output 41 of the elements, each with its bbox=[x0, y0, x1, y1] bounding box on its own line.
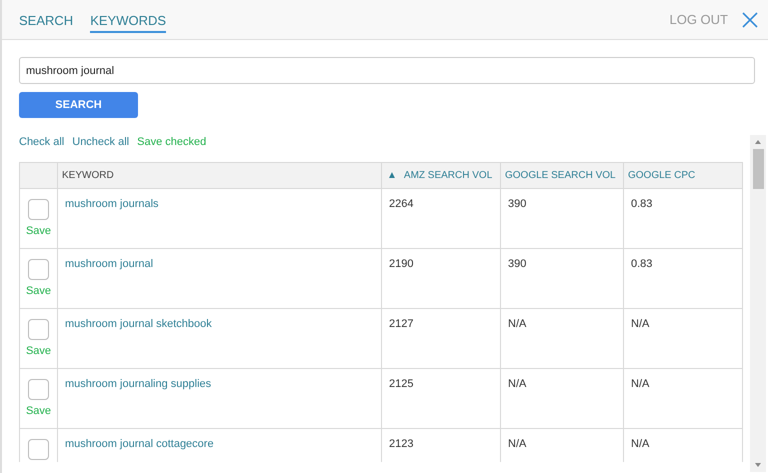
close-icon[interactable] bbox=[742, 12, 758, 28]
keyword-link[interactable]: mushroom journal bbox=[65, 258, 154, 270]
table-cell: 0.83 bbox=[624, 188, 742, 248]
scrollbar-thumb[interactable] bbox=[752, 149, 764, 189]
save-link[interactable]: Save bbox=[26, 285, 52, 297]
scrollbar[interactable] bbox=[750, 135, 766, 472]
checkbox[interactable] bbox=[28, 319, 49, 340]
column-header[interactable]: GOOGLE CPC bbox=[624, 162, 742, 188]
logout-link[interactable]: LOG OUT bbox=[669, 12, 728, 27]
table-cell: 2127 bbox=[382, 308, 500, 368]
save-link[interactable]: Save bbox=[26, 345, 52, 357]
table-cell: N/A bbox=[500, 368, 624, 428]
table-cell: 2190 bbox=[382, 248, 500, 308]
save-link[interactable]: Save bbox=[26, 225, 52, 237]
table-cell: 0.83 bbox=[624, 248, 742, 308]
search-button[interactable]: SEARCH bbox=[19, 92, 138, 118]
search-field[interactable]: mushroom journal bbox=[19, 57, 755, 84]
nav-tab[interactable]: SEARCH bbox=[19, 9, 74, 33]
table-cell: 2125 bbox=[382, 368, 500, 428]
action-link[interactable]: Uncheck all bbox=[72, 136, 130, 148]
keyword-link[interactable]: mushroom journal sketchbook bbox=[65, 318, 212, 330]
nav-tab[interactable]: KEYWORDS bbox=[90, 9, 166, 33]
save-link[interactable]: Save bbox=[26, 405, 52, 417]
keyword-link[interactable]: mushroom journals bbox=[65, 198, 159, 210]
table-cell: 390 bbox=[500, 188, 624, 248]
table-cell: 390 bbox=[500, 248, 624, 308]
checkbox[interactable] bbox=[28, 199, 49, 220]
save-checked-link[interactable]: Save checked bbox=[137, 136, 206, 148]
checkbox[interactable] bbox=[28, 439, 49, 460]
table-cell: N/A bbox=[624, 308, 742, 368]
checkbox[interactable] bbox=[28, 379, 49, 400]
checkbox[interactable] bbox=[28, 259, 49, 280]
column-header[interactable]: GOOGLE SEARCH VOL bbox=[500, 162, 624, 188]
keyword-link[interactable]: mushroom journal cottagecore bbox=[65, 438, 214, 450]
keyword-link[interactable]: mushroom journaling supplies bbox=[65, 378, 212, 390]
column-header[interactable]: ▲ AMZ SEARCH VOL bbox=[382, 162, 500, 188]
action-link[interactable]: Check all bbox=[19, 136, 64, 148]
table-cell: 2264 bbox=[382, 188, 500, 248]
table-cell: N/A bbox=[624, 368, 742, 428]
column-header[interactable]: KEYWORD bbox=[58, 162, 382, 188]
table-cell: N/A bbox=[500, 308, 624, 368]
